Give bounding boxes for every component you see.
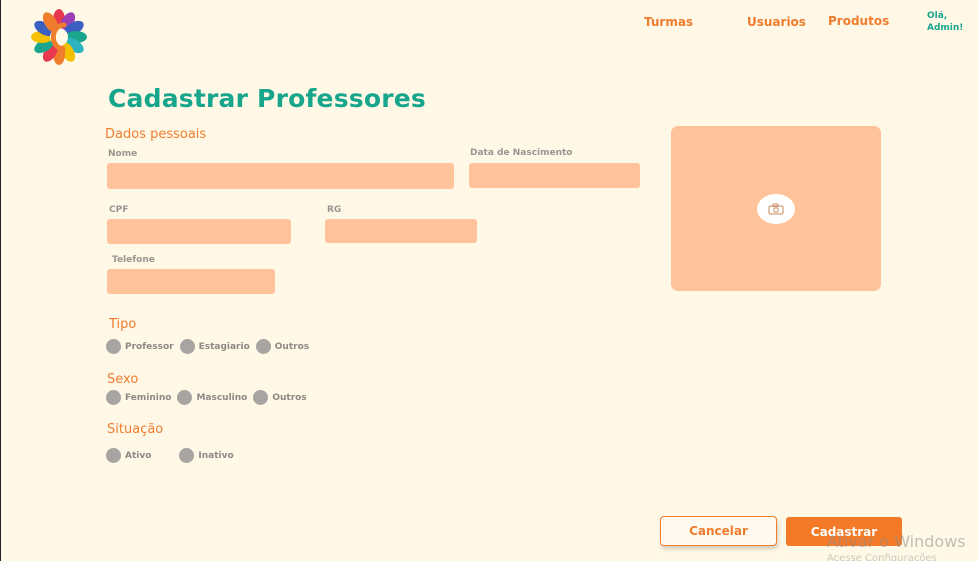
- photo-upload-area[interactable]: [671, 126, 881, 291]
- greeting-line-1: Olá,: [927, 11, 948, 21]
- tipo-option-outros[interactable]: Outros: [255, 339, 310, 354]
- option-label: Estagiario: [198, 341, 250, 352]
- radio-button[interactable]: [255, 339, 271, 354]
- upload-photo-button[interactable]: [757, 194, 795, 224]
- cancel-button[interactable]: Cancelar: [660, 516, 777, 546]
- situacao-option-inativo[interactable]: Inativo: [179, 448, 234, 463]
- radio-button[interactable]: [253, 390, 269, 405]
- windows-activation-watermark: Ativar o Windows: [827, 532, 966, 551]
- nome-input[interactable]: [107, 163, 454, 189]
- tipo-radio-group: Professor Estagiario Outros: [106, 339, 315, 354]
- option-label: Inativo: [198, 450, 234, 461]
- radio-button[interactable]: [177, 390, 193, 405]
- section-personal-data: Dados pessoais: [105, 127, 207, 142]
- sexo-option-masculino[interactable]: Masculino: [177, 390, 247, 405]
- label-cpf: CPF: [109, 205, 129, 215]
- radio-button[interactable]: [179, 448, 195, 463]
- camera-icon: [768, 203, 784, 215]
- option-label: Outros: [272, 392, 307, 403]
- option-label: Feminino: [125, 392, 172, 403]
- greeting-user-name: Admin!: [927, 23, 964, 33]
- situacao-radio-group: Ativo Inativo: [106, 448, 240, 463]
- option-label: Masculino: [196, 392, 248, 403]
- situacao-label: Situação: [107, 422, 164, 437]
- nav-produtos[interactable]: Produtos: [828, 14, 889, 28]
- tipo-option-professor[interactable]: Professor: [106, 339, 174, 354]
- brand-logo[interactable]: [31, 9, 87, 65]
- cpf-input[interactable]: [107, 219, 291, 244]
- tipo-label: Tipo: [109, 317, 137, 332]
- tipo-option-estagiario[interactable]: Estagiario: [179, 339, 250, 354]
- flower-logo-icon: [31, 9, 87, 65]
- option-label: Professor: [125, 341, 174, 352]
- data-nascimento-input[interactable]: [469, 163, 640, 188]
- radio-button[interactable]: [179, 339, 195, 354]
- option-label: Outros: [274, 341, 310, 352]
- nav-usuarios[interactable]: Usuarios: [747, 15, 806, 29]
- user-greeting[interactable]: Olá, Admin!: [927, 10, 963, 34]
- telefone-input[interactable]: [107, 269, 275, 294]
- label-rg: RG: [327, 205, 342, 215]
- nav-turmas[interactable]: Turmas: [644, 15, 693, 29]
- radio-button[interactable]: [106, 448, 121, 463]
- sexo-option-outros[interactable]: Outros: [253, 390, 307, 405]
- windows-activation-subtext: Acesse Configurações: [827, 553, 937, 561]
- rg-input[interactable]: [325, 219, 477, 243]
- label-telefone: Telefone: [112, 255, 155, 265]
- sexo-label: Sexo: [107, 372, 139, 387]
- sexo-option-feminino[interactable]: Feminino: [106, 390, 171, 405]
- situacao-option-ativo[interactable]: Ativo: [106, 448, 151, 463]
- page-title: Cadastrar Professores: [108, 84, 427, 113]
- label-data-nascimento: Data de Nascimento: [470, 148, 573, 158]
- sexo-radio-group: Feminino Masculino Outros: [106, 390, 313, 405]
- radio-button[interactable]: [106, 339, 121, 354]
- option-label: Ativo: [125, 450, 152, 461]
- label-nome: Nome: [108, 149, 138, 159]
- radio-button[interactable]: [106, 390, 121, 405]
